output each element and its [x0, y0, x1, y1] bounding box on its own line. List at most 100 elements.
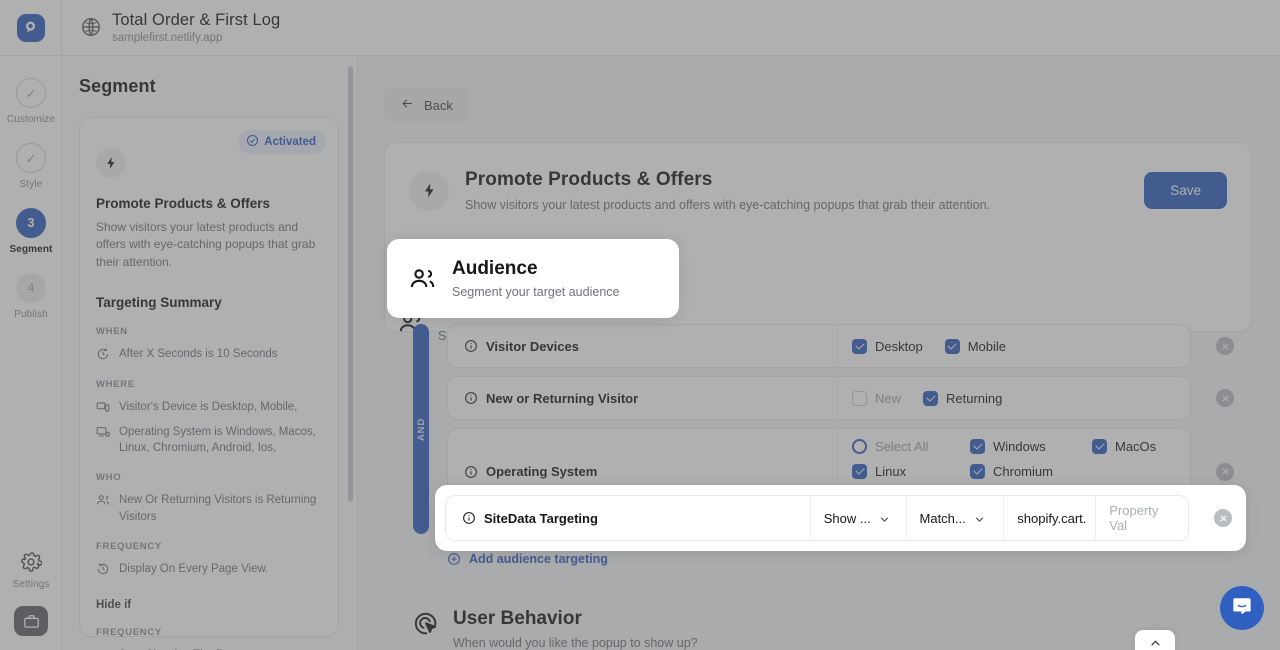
rail-step-publish[interactable]: 4 Publish — [0, 255, 62, 320]
briefcase-icon[interactable] — [14, 606, 48, 636]
segment-card-desc: Show visitors your latest products and o… — [96, 220, 316, 269]
summary-item-text: After X Seconds is 10 Seconds — [119, 348, 278, 361]
delete-rule-button[interactable] — [1216, 462, 1234, 481]
site-title: Total Order & First Log — [112, 10, 281, 29]
info-icon[interactable] — [462, 511, 476, 525]
option-desktop[interactable]: Desktop — [852, 338, 923, 354]
rule-name: New or Returning Visitor — [448, 377, 838, 419]
device-icon — [96, 400, 110, 414]
info-icon[interactable] — [464, 339, 478, 353]
step-marker-style: ✓ — [16, 143, 46, 173]
delete-rule-button[interactable] — [1216, 337, 1234, 355]
app-root: Total Order & First Log samplefirst.netl… — [0, 0, 1280, 650]
option-windows[interactable]: Windows — [970, 439, 1070, 454]
campaign-subtitle: Show visitors your latest products and o… — [465, 198, 991, 212]
hide-if-group-key-frequency: FREQUENCY — [96, 627, 162, 639]
save-button[interactable]: Save — [1144, 172, 1227, 209]
rule-row-new-or-returning-visitor: New or Returning Visitor New Returning — [447, 376, 1234, 420]
rail-label-settings: Settings — [12, 579, 50, 590]
chevron-down-icon — [974, 513, 985, 524]
globe-icon — [80, 16, 102, 38]
add-audience-targeting-link[interactable]: Add audience targeting — [447, 552, 608, 566]
bolt-icon — [96, 148, 126, 178]
audience-spotlight-subtitle: Segment your target audience — [452, 285, 620, 299]
summary-item: New Or Returning Visitors is Returning V… — [96, 492, 322, 525]
sitedata-property-value-input[interactable]: Property Val — [1096, 496, 1188, 540]
audience-spotlight-title: Audience — [452, 258, 538, 279]
checkbox-new[interactable] — [852, 390, 867, 406]
rule-name: SiteData Targeting — [446, 496, 811, 540]
summary-item: Visitor's Device is Desktop, Mobile, — [96, 399, 322, 415]
rule-options: Desktop Mobile — [838, 325, 1190, 367]
rule-row-visitor-devices: Visitor Devices Desktop Mobile — [447, 324, 1234, 368]
chevron-up-icon — [1149, 637, 1162, 650]
summary-item: Display On Every Page View. — [96, 561, 322, 577]
summary-item: Operating System is Windows, Macos, Linu… — [96, 424, 322, 457]
bolt-icon — [409, 170, 449, 211]
rule-name-label: Operating System — [486, 464, 598, 479]
back-button[interactable]: Back — [384, 88, 469, 122]
scroll-to-top-button[interactable] — [1135, 630, 1175, 650]
rule-name-label: SiteData Targeting — [484, 510, 598, 526]
checkbox-linux[interactable] — [852, 464, 867, 479]
rail-bottom: Settings — [0, 551, 62, 636]
sitedata-show-select[interactable]: Show ... — [811, 496, 907, 540]
delete-rule-button[interactable] — [1216, 389, 1234, 407]
option-macos[interactable]: MacOs — [1092, 439, 1156, 454]
option-new[interactable]: New — [852, 390, 902, 406]
left-panel-scrollbar[interactable] — [348, 66, 353, 502]
sitedata-show-select-value: Show ... — [823, 510, 871, 526]
gear-icon — [20, 551, 43, 573]
option-chromium[interactable]: Chromium — [970, 464, 1070, 479]
sitedata-property-name-value: shopify.cart. — [1017, 510, 1087, 526]
rail-step-segment[interactable]: 3 Segment — [0, 190, 62, 255]
rule-name-label: Visitor Devices — [486, 338, 579, 354]
radio-select-all[interactable] — [852, 439, 867, 454]
step-marker-publish: 4 — [16, 273, 46, 303]
history-icon — [96, 562, 110, 576]
option-linux[interactable]: Linux — [852, 464, 948, 479]
users-icon — [96, 493, 110, 507]
sitedata-property-name-input[interactable]: shopify.cart. — [1004, 496, 1097, 540]
option-label: MacOs — [1115, 439, 1157, 454]
page-title: Segment — [79, 76, 156, 96]
intercom-chat-button[interactable] — [1220, 586, 1264, 630]
status-badge: Activated — [238, 130, 326, 154]
step-label-style: Style — [19, 179, 43, 190]
delete-rule-button[interactable] — [1214, 509, 1232, 527]
checkbox-returning[interactable] — [923, 390, 939, 406]
site-info[interactable]: Total Order & First Log samplefirst.netl… — [62, 11, 280, 44]
status-badge-label: Activated — [264, 136, 316, 148]
user-behavior-section: User Behavior When would you like the po… — [413, 608, 698, 650]
option-mobile[interactable]: Mobile — [944, 338, 1006, 354]
checkbox-mobile[interactable] — [944, 338, 960, 354]
site-url: samplefirst.netlify.app — [112, 32, 223, 45]
sitedata-match-select[interactable]: Match... — [907, 496, 1005, 540]
monitor-icon — [96, 425, 110, 439]
option-label: Desktop — [875, 338, 923, 354]
option-select-all[interactable]: Select All — [852, 439, 948, 454]
segment-card-title: Promote Products & Offers — [96, 196, 271, 211]
popupsmart-logo-icon[interactable] — [16, 13, 45, 42]
checkbox-desktop[interactable] — [852, 338, 867, 354]
check-circle-icon — [246, 134, 259, 150]
info-icon[interactable] — [464, 465, 478, 479]
rail-step-style[interactable]: ✓ Style — [0, 125, 62, 190]
plus-circle-icon — [447, 552, 461, 566]
rule-row-sitedata-targeting: SiteData Targeting Show ... Match... sho… — [445, 495, 1232, 541]
segment-summary-panel: Segment Activated Promote Products & Off… — [62, 56, 358, 650]
step-label-customize: Customize — [6, 114, 56, 125]
logo-cell[interactable] — [0, 0, 62, 56]
option-label: Linux — [875, 464, 907, 479]
checkbox-chromium[interactable] — [970, 464, 985, 479]
and-connector: AND — [413, 324, 429, 534]
checkbox-macos[interactable] — [1092, 439, 1107, 454]
checkbox-windows[interactable] — [970, 439, 985, 454]
back-button-label: Back — [424, 97, 453, 113]
option-returning[interactable]: Returning — [923, 390, 1002, 406]
rule-name: Visitor Devices — [448, 325, 838, 367]
info-icon[interactable] — [464, 391, 478, 405]
rail-item-settings[interactable]: Settings — [13, 551, 50, 590]
option-label: New — [875, 390, 902, 406]
rail-step-customize[interactable]: ✓ Customize — [0, 56, 62, 125]
